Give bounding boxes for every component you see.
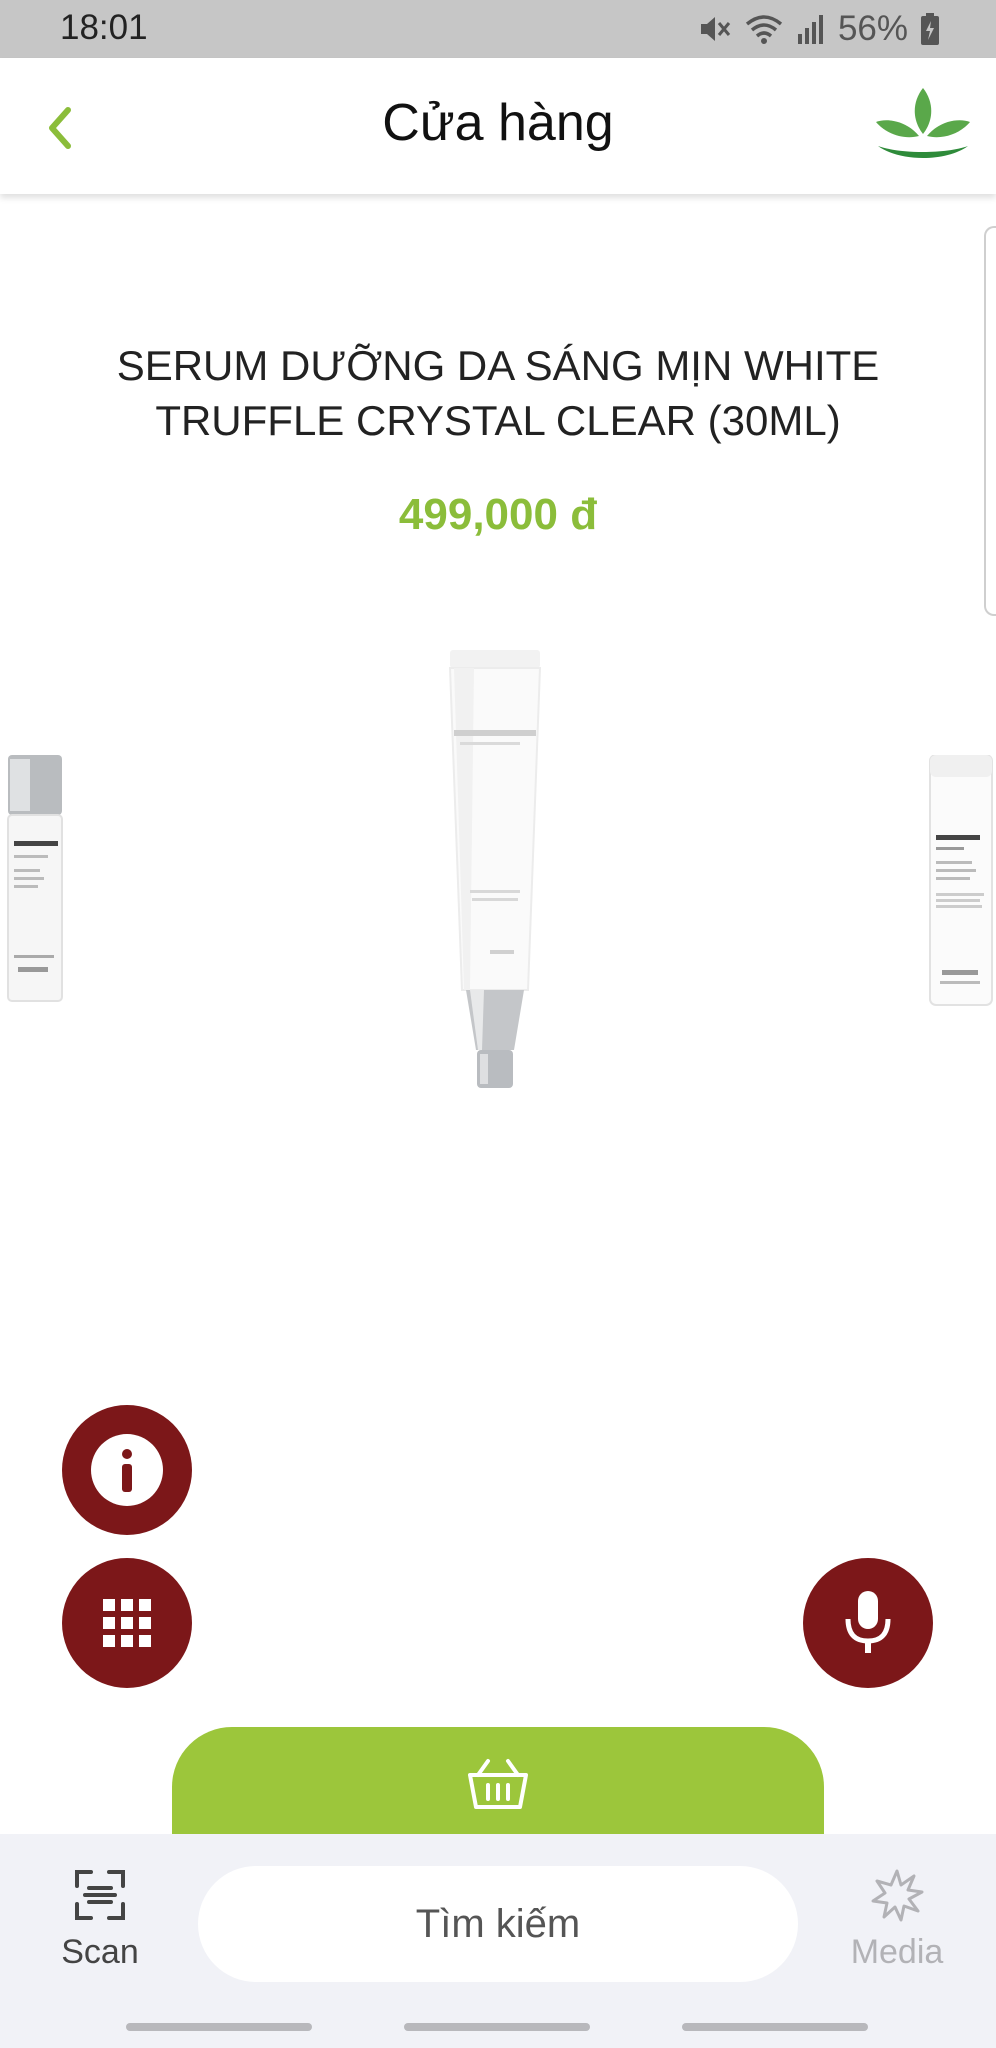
info-icon — [91, 1434, 163, 1506]
status-icons: 56% — [698, 8, 940, 50]
grid-icon — [103, 1599, 151, 1647]
mute-icon — [700, 17, 731, 41]
product-image-next[interactable] — [926, 755, 996, 1010]
status-time: 18:01 — [60, 8, 148, 47]
wifi-icon — [745, 15, 783, 44]
page-title: Cửa hàng — [382, 94, 614, 152]
search-field[interactable]: Tìm kiếm — [198, 1866, 798, 1982]
scan-label: Scan — [61, 1933, 139, 1971]
app-header: Cửa hàng — [0, 58, 996, 194]
lotus-leaf-logo — [876, 88, 970, 158]
nav-home-indicator[interactable] — [404, 2023, 590, 2031]
menu-grid-button[interactable] — [62, 1558, 192, 1688]
voice-search-button[interactable] — [803, 1558, 933, 1688]
battery-percent: 56% — [837, 9, 908, 48]
scroll-indicator[interactable] — [984, 226, 996, 616]
add-to-cart-button[interactable] — [172, 1727, 824, 1847]
media-burst-icon — [871, 1869, 924, 1922]
scan-icon — [75, 1870, 125, 1920]
scan-button[interactable]: Scan — [50, 1868, 150, 1978]
product-price: 499,000 đ — [398, 490, 598, 539]
battery-charging-icon — [921, 13, 939, 45]
product-image-main[interactable] — [440, 650, 550, 1120]
microphone-icon — [845, 1591, 891, 1653]
bottom-bar: Scan Tìm kiếm Media — [0, 1834, 996, 2048]
media-button[interactable]: Media — [842, 1868, 952, 1978]
nav-back-indicator[interactable] — [682, 2023, 868, 2031]
basket-icon — [468, 1759, 528, 1809]
info-button[interactable] — [62, 1405, 192, 1535]
product-image-prev[interactable] — [0, 755, 66, 1005]
nav-recent-indicator[interactable] — [126, 2023, 312, 2031]
status-bar: 18:01 56% — [0, 0, 996, 58]
product-title: SERUM DƯỠNG DA SÁNG MỊN WHITE TRUFFLE CR… — [116, 342, 880, 444]
signal-icon — [797, 15, 823, 44]
media-label: Media — [850, 1933, 944, 1971]
